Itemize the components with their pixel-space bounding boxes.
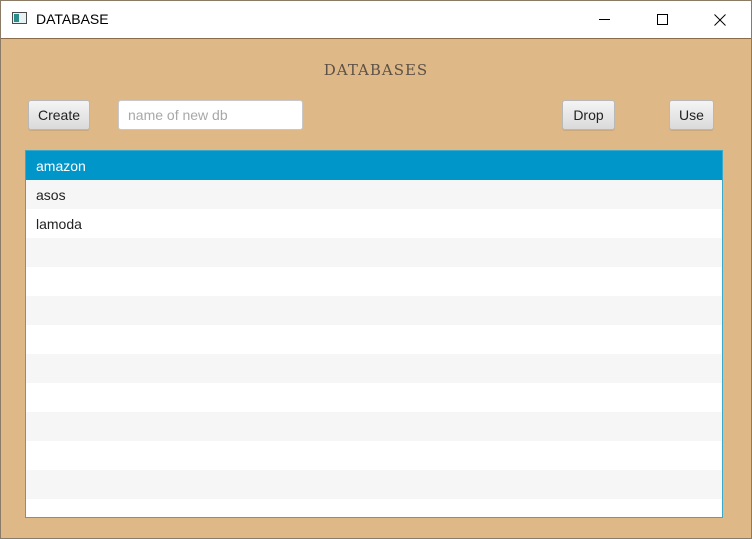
create-button[interactable]: Create [28, 100, 90, 130]
window-title: DATABASE [36, 11, 109, 27]
empty-list-row [26, 441, 722, 470]
empty-list-row [26, 383, 722, 412]
empty-list-row [26, 296, 722, 325]
empty-list-row [26, 325, 722, 354]
page-title: DATABASES [323, 61, 429, 79]
new-db-name-input[interactable] [118, 100, 303, 130]
empty-list-row [26, 267, 722, 296]
empty-list-row [26, 499, 722, 517]
minimize-button[interactable] [575, 1, 633, 38]
minimize-icon [598, 19, 610, 20]
maximize-icon [656, 14, 668, 25]
use-button[interactable]: Use [669, 100, 714, 130]
maximize-button[interactable] [633, 1, 691, 38]
list-item[interactable]: amazon [26, 151, 722, 180]
drop-button[interactable]: Drop [562, 100, 615, 130]
database-list[interactable]: amazon asos lamoda [25, 150, 723, 518]
close-button[interactable] [691, 1, 749, 38]
list-item[interactable]: lamoda [26, 209, 722, 238]
app-window: DATABASE DATABASES Create Drop Use amazo… [0, 0, 752, 539]
empty-list-row [26, 412, 722, 441]
title-bar[interactable]: DATABASE [1, 1, 751, 38]
main-panel: DATABASES Create Drop Use amazonasoslamo… [1, 38, 751, 539]
empty-list-row [26, 470, 722, 499]
list-item[interactable]: asos [26, 180, 722, 209]
empty-list-row [26, 354, 722, 383]
empty-list-row [26, 238, 722, 267]
app-window-icon [12, 12, 27, 24]
close-icon [714, 13, 726, 26]
